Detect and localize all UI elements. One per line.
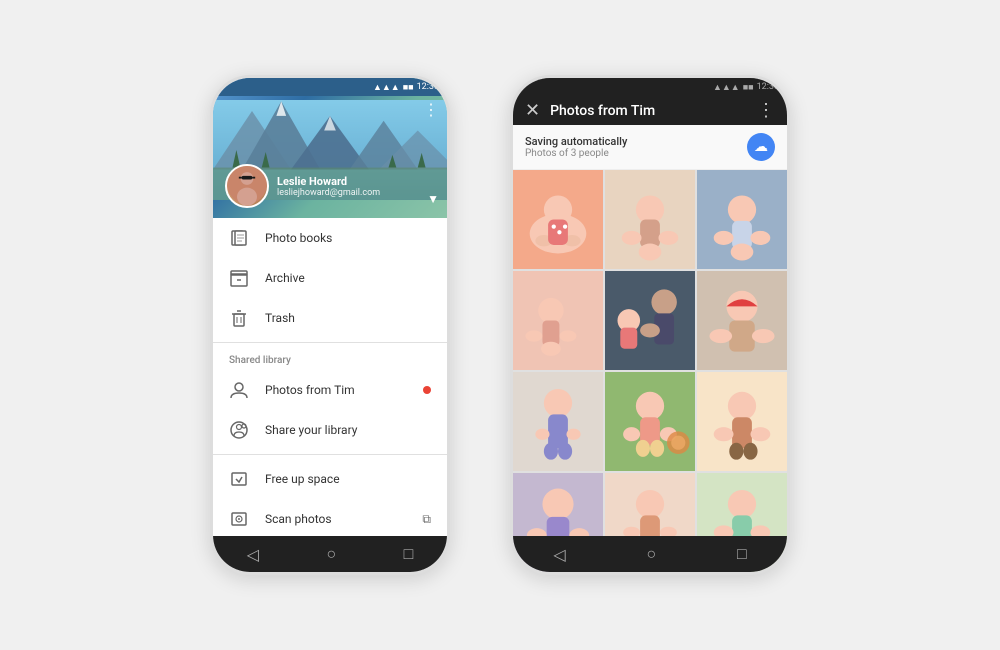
signal-icon: ▲▲▲ — [373, 82, 400, 93]
back-button[interactable]: ◁ — [247, 545, 259, 564]
left-phone: ▲▲▲ ■■ 12:30 — [210, 75, 450, 575]
recent-button[interactable]: □ — [404, 544, 414, 564]
user-name: Leslie Howard — [277, 175, 380, 188]
trash-icon — [229, 308, 249, 328]
user-avatar — [225, 164, 269, 208]
screen-title: Photos from Tim — [550, 103, 747, 119]
saving-sub-text: Photos of 3 people — [525, 148, 627, 159]
right-app-header: ✕ Photos from Tim ⋮ — [513, 96, 787, 125]
trash-label: Trash — [265, 311, 295, 325]
right-home-button[interactable]: ○ — [646, 544, 656, 564]
menu-divider-2 — [213, 454, 447, 455]
person-icon — [229, 380, 249, 400]
right-time-display: 12:30 — [757, 82, 779, 92]
photos-from-tim-label: Photos from Tim — [265, 383, 355, 397]
photo-grid — [513, 170, 787, 572]
photo-cell-9[interactable] — [697, 372, 787, 471]
free-space-icon — [229, 469, 249, 489]
photo-cell-4[interactable] — [513, 271, 603, 370]
photo-books-icon — [229, 228, 249, 248]
shared-library-section-label: Shared library — [213, 347, 447, 370]
saving-bar: Saving automatically Photos of 3 people … — [513, 125, 787, 170]
menu-item-photos-from-tim[interactable]: Photos from Tim — [213, 370, 447, 410]
photo-cell-7[interactable] — [513, 372, 603, 471]
notification-dot — [423, 386, 431, 394]
home-button[interactable]: ○ — [326, 544, 336, 564]
menu-item-trash[interactable]: Trash — [213, 298, 447, 338]
account-chevron[interactable]: ▼ — [427, 192, 439, 206]
right-phone: ▲▲▲ ■■ 12:30 ✕ Photos from Tim ⋮ Saving … — [510, 75, 790, 575]
user-info-section: Leslie Howard lesliejhoward@gmail.com — [225, 164, 380, 208]
free-space-label: Free up space — [265, 472, 340, 486]
menu-item-share-library[interactable]: Share your library — [213, 410, 447, 450]
menu-item-scan-photos[interactable]: Scan photos ⧉ — [213, 499, 447, 539]
photo-cell-6[interactable] — [697, 271, 787, 370]
user-text-block: Leslie Howard lesliejhoward@gmail.com — [277, 175, 380, 198]
close-button[interactable]: ✕ — [525, 100, 540, 121]
right-screen: ▲▲▲ ■■ 12:30 ✕ Photos from Tim ⋮ Saving … — [513, 78, 787, 572]
photo-cell-3[interactable] — [697, 170, 787, 269]
photo-cell-8[interactable] — [605, 372, 695, 471]
menu-item-archive[interactable]: Archive — [213, 258, 447, 298]
left-nav-bar: ◁ ○ □ — [213, 536, 447, 572]
header-more-button[interactable]: ⋮ — [423, 100, 439, 119]
photo-cell-2[interactable] — [605, 170, 695, 269]
scan-photos-label: Scan photos — [265, 512, 332, 526]
right-nav-bar: ◁ ○ □ — [513, 536, 787, 572]
right-battery-icon: ■■ — [743, 82, 754, 93]
time-display: 12:30 — [417, 82, 439, 92]
menu-divider-1 — [213, 342, 447, 343]
share-library-label: Share your library — [265, 423, 357, 437]
external-link-icon: ⧉ — [422, 512, 431, 527]
scan-icon — [229, 509, 249, 529]
right-status-bar: ▲▲▲ ■■ 12:30 — [513, 78, 787, 96]
saving-main-text: Saving automatically — [525, 135, 627, 148]
right-back-button[interactable]: ◁ — [553, 545, 565, 564]
header-photo-bg: ▲▲▲ ■■ 12:30 — [213, 78, 447, 218]
drawer-menu: Photo books Archive — [213, 218, 447, 572]
user-email: lesliejhoward@gmail.com — [277, 188, 380, 198]
menu-item-free-space[interactable]: Free up space — [213, 459, 447, 499]
avatar-image — [227, 164, 267, 206]
menu-item-photo-books[interactable]: Photo books — [213, 218, 447, 258]
saving-text-block: Saving automatically Photos of 3 people — [525, 135, 627, 159]
photo-books-label: Photo books — [265, 231, 332, 245]
battery-icon: ■■ — [403, 82, 414, 93]
left-status-bar: ▲▲▲ ■■ 12:30 — [213, 78, 447, 96]
photo-cell-5[interactable] — [605, 271, 695, 370]
cloud-save-icon: ☁ — [747, 133, 775, 161]
share-icon — [229, 420, 249, 440]
right-signal-icon: ▲▲▲ — [713, 82, 740, 93]
photo-cell-1[interactable] — [513, 170, 603, 269]
archive-icon — [229, 268, 249, 288]
left-screen: ▲▲▲ ■■ 12:30 — [213, 78, 447, 572]
archive-label: Archive — [265, 271, 305, 285]
right-recent-button[interactable]: □ — [737, 544, 747, 564]
more-options-button[interactable]: ⋮ — [757, 100, 775, 121]
